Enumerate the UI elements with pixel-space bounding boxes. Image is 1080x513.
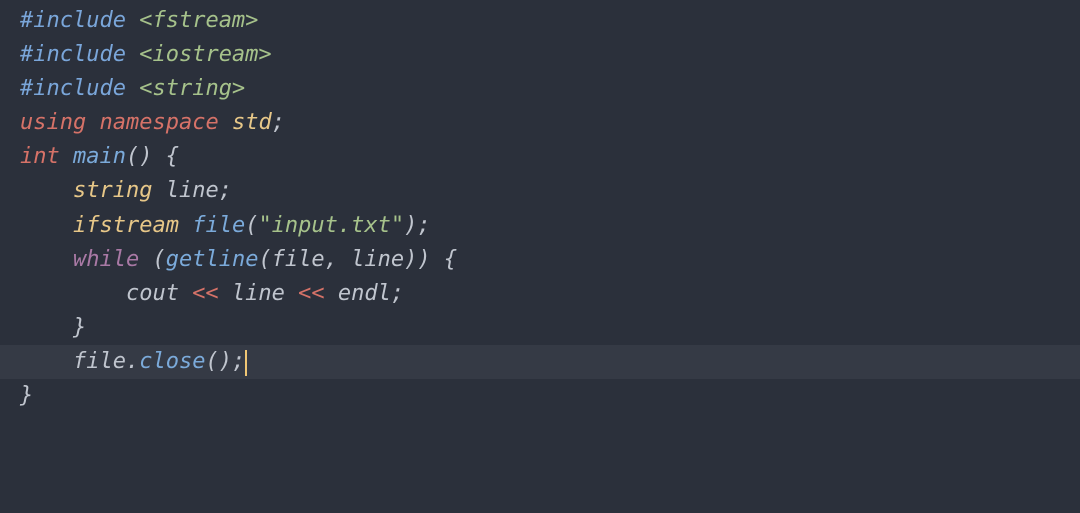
code-line: #include <iostream>: [20, 38, 1060, 72]
code-token: endl;: [325, 281, 404, 306]
code-token: (: [139, 247, 166, 272]
code-token: line;: [152, 178, 231, 203]
code-token: <iostream>: [139, 42, 271, 67]
code-token: main: [73, 144, 126, 169]
code-line: #include <fstream>: [20, 4, 1060, 38]
code-token: [86, 110, 99, 135]
code-token: file: [192, 213, 245, 238]
code-token: <fstream>: [139, 8, 258, 33]
code-token: cout: [20, 281, 192, 306]
code-block: #include <fstream>#include <iostream>#in…: [20, 4, 1060, 413]
code-line: }: [20, 379, 1060, 413]
code-token: <string>: [139, 76, 245, 101]
code-editor[interactable]: #include <fstream>#include <iostream>#in…: [20, 4, 1060, 413]
code-token: int: [20, 144, 60, 169]
code-line: cout << line << endl;: [20, 277, 1060, 311]
code-token: getline: [166, 247, 259, 272]
code-token: <<: [298, 281, 325, 306]
code-token: "input.txt": [258, 213, 404, 238]
code-token: #include: [20, 8, 139, 33]
code-token: close: [139, 349, 205, 374]
code-token: #include: [20, 42, 139, 67]
code-line: while (getline(file, line)) {: [20, 243, 1060, 277]
code-token: );: [404, 213, 431, 238]
code-token: #include: [20, 76, 139, 101]
code-line: #include <string>: [20, 72, 1060, 106]
code-token: using: [20, 110, 86, 135]
code-token: ;: [272, 110, 285, 135]
code-token: [179, 213, 192, 238]
code-token: line: [219, 281, 298, 306]
text-cursor: [245, 350, 247, 376]
code-line: }: [20, 311, 1060, 345]
code-token: (: [245, 213, 258, 238]
code-token: }: [20, 315, 86, 340]
code-line: int main() {: [20, 140, 1060, 174]
code-token: namespace: [99, 110, 218, 135]
code-line: using namespace std;: [20, 106, 1060, 140]
code-line: file.close();: [0, 345, 1080, 379]
code-token: while: [73, 247, 139, 272]
code-token: ifstream: [73, 213, 179, 238]
code-token: <<: [192, 281, 219, 306]
code-token: [20, 178, 73, 203]
code-token: [60, 144, 73, 169]
code-token: [219, 110, 232, 135]
code-token: [20, 247, 73, 272]
code-line: string line;: [20, 174, 1060, 208]
code-token: () {: [126, 144, 179, 169]
code-token: }: [20, 383, 33, 408]
code-token: file.: [20, 349, 139, 374]
code-token: (file, line)) {: [258, 247, 457, 272]
code-line: ifstream file("input.txt");: [20, 209, 1060, 243]
code-token: std: [232, 110, 272, 135]
code-token: ();: [205, 349, 245, 374]
code-token: [20, 213, 73, 238]
code-token: string: [73, 178, 152, 203]
